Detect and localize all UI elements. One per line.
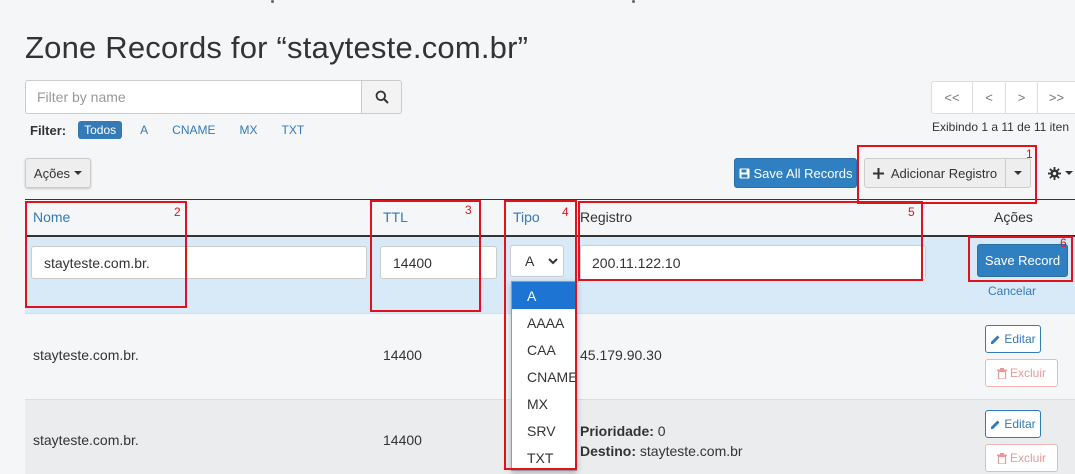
- delete-button[interactable]: Excluir: [985, 444, 1058, 472]
- pagination: << < > >>: [931, 81, 1075, 114]
- delete-button[interactable]: Excluir: [985, 359, 1058, 387]
- save-all-label: Save All Records: [753, 165, 853, 181]
- filter-txt[interactable]: TXT: [276, 121, 311, 139]
- pencil-icon: [991, 420, 1000, 429]
- top-strip: [0, 0, 1075, 8]
- annotation-box-4: [504, 200, 577, 470]
- page-title: Zone Records for “stayteste.com.br”: [25, 30, 529, 65]
- page-last-button[interactable]: >>: [1037, 81, 1075, 114]
- search-bar: [25, 80, 402, 114]
- filter-todos[interactable]: Todos: [78, 121, 123, 139]
- priority-label: Prioridade:: [580, 423, 654, 439]
- search-input[interactable]: [25, 80, 363, 114]
- gear-icon: [1047, 166, 1061, 180]
- row-name: stayteste.com.br.: [33, 432, 139, 448]
- cancel-link[interactable]: Cancelar: [988, 284, 1036, 298]
- edit-label: Editar: [1004, 332, 1036, 346]
- actions-dropdown-button[interactable]: Ações: [25, 158, 91, 188]
- row-priority: Prioridade: 0: [580, 423, 666, 439]
- row-name: stayteste.com.br.: [33, 347, 139, 363]
- page-first-button[interactable]: <<: [931, 81, 973, 114]
- page-prev-button[interactable]: <: [972, 81, 1006, 114]
- caret-down-icon: [74, 171, 83, 175]
- annotation-number-1: 1: [1026, 147, 1033, 161]
- actions-label: Ações: [33, 165, 71, 181]
- dot-mark: [271, 0, 274, 3]
- row-record: 45.179.90.30: [580, 347, 662, 363]
- edit-button[interactable]: Editar: [985, 325, 1041, 353]
- annotation-box-6: [968, 236, 1073, 282]
- row-destination: Destino: stayteste.com.br: [580, 443, 743, 459]
- floppy-disk-icon: [739, 168, 749, 178]
- column-header-actions: Ações: [994, 209, 1033, 225]
- filter-bar: Filter: Todos A CNAME MX TXT: [30, 121, 322, 139]
- pagination-info: Exibindo 1 a 11 de 11 iten: [932, 120, 1069, 134]
- annotation-number-6: 6: [1060, 236, 1067, 250]
- search-icon: [375, 90, 389, 104]
- delete-label: Excluir: [1009, 451, 1046, 465]
- delete-label: Excluir: [1009, 366, 1046, 380]
- edit-button[interactable]: Editar: [985, 410, 1041, 438]
- annotation-box-5: [578, 201, 923, 281]
- annotation-number-5: 5: [908, 205, 915, 219]
- filter-label: Filter:: [30, 122, 67, 138]
- filter-mx[interactable]: MX: [234, 121, 264, 139]
- annotation-number-3: 3: [465, 203, 472, 217]
- search-button[interactable]: [362, 80, 402, 114]
- caret-down-icon: [1064, 171, 1073, 175]
- annotation-number-4: 4: [562, 205, 569, 219]
- annotation-box-2: [25, 201, 187, 308]
- priority-value: 0: [657, 423, 666, 439]
- trash-icon: [996, 367, 1007, 379]
- filter-a[interactable]: A: [134, 121, 154, 139]
- row-ttl: 14400: [383, 432, 422, 448]
- edit-label: Editar: [1004, 417, 1036, 431]
- annotation-box-1: [857, 145, 1037, 204]
- annotation-number-2: 2: [174, 205, 181, 219]
- destination-label: Destino:: [580, 443, 636, 459]
- save-all-records-button[interactable]: Save All Records: [734, 158, 857, 188]
- settings-menu-button[interactable]: [1040, 158, 1075, 188]
- destination-value: stayteste.com.br: [639, 443, 743, 459]
- dot-mark: [632, 0, 635, 3]
- filter-cname[interactable]: CNAME: [166, 121, 221, 139]
- row-ttl: 14400: [383, 347, 422, 363]
- pencil-icon: [991, 335, 1000, 344]
- page-next-button[interactable]: >: [1005, 81, 1038, 114]
- trash-icon: [996, 452, 1007, 464]
